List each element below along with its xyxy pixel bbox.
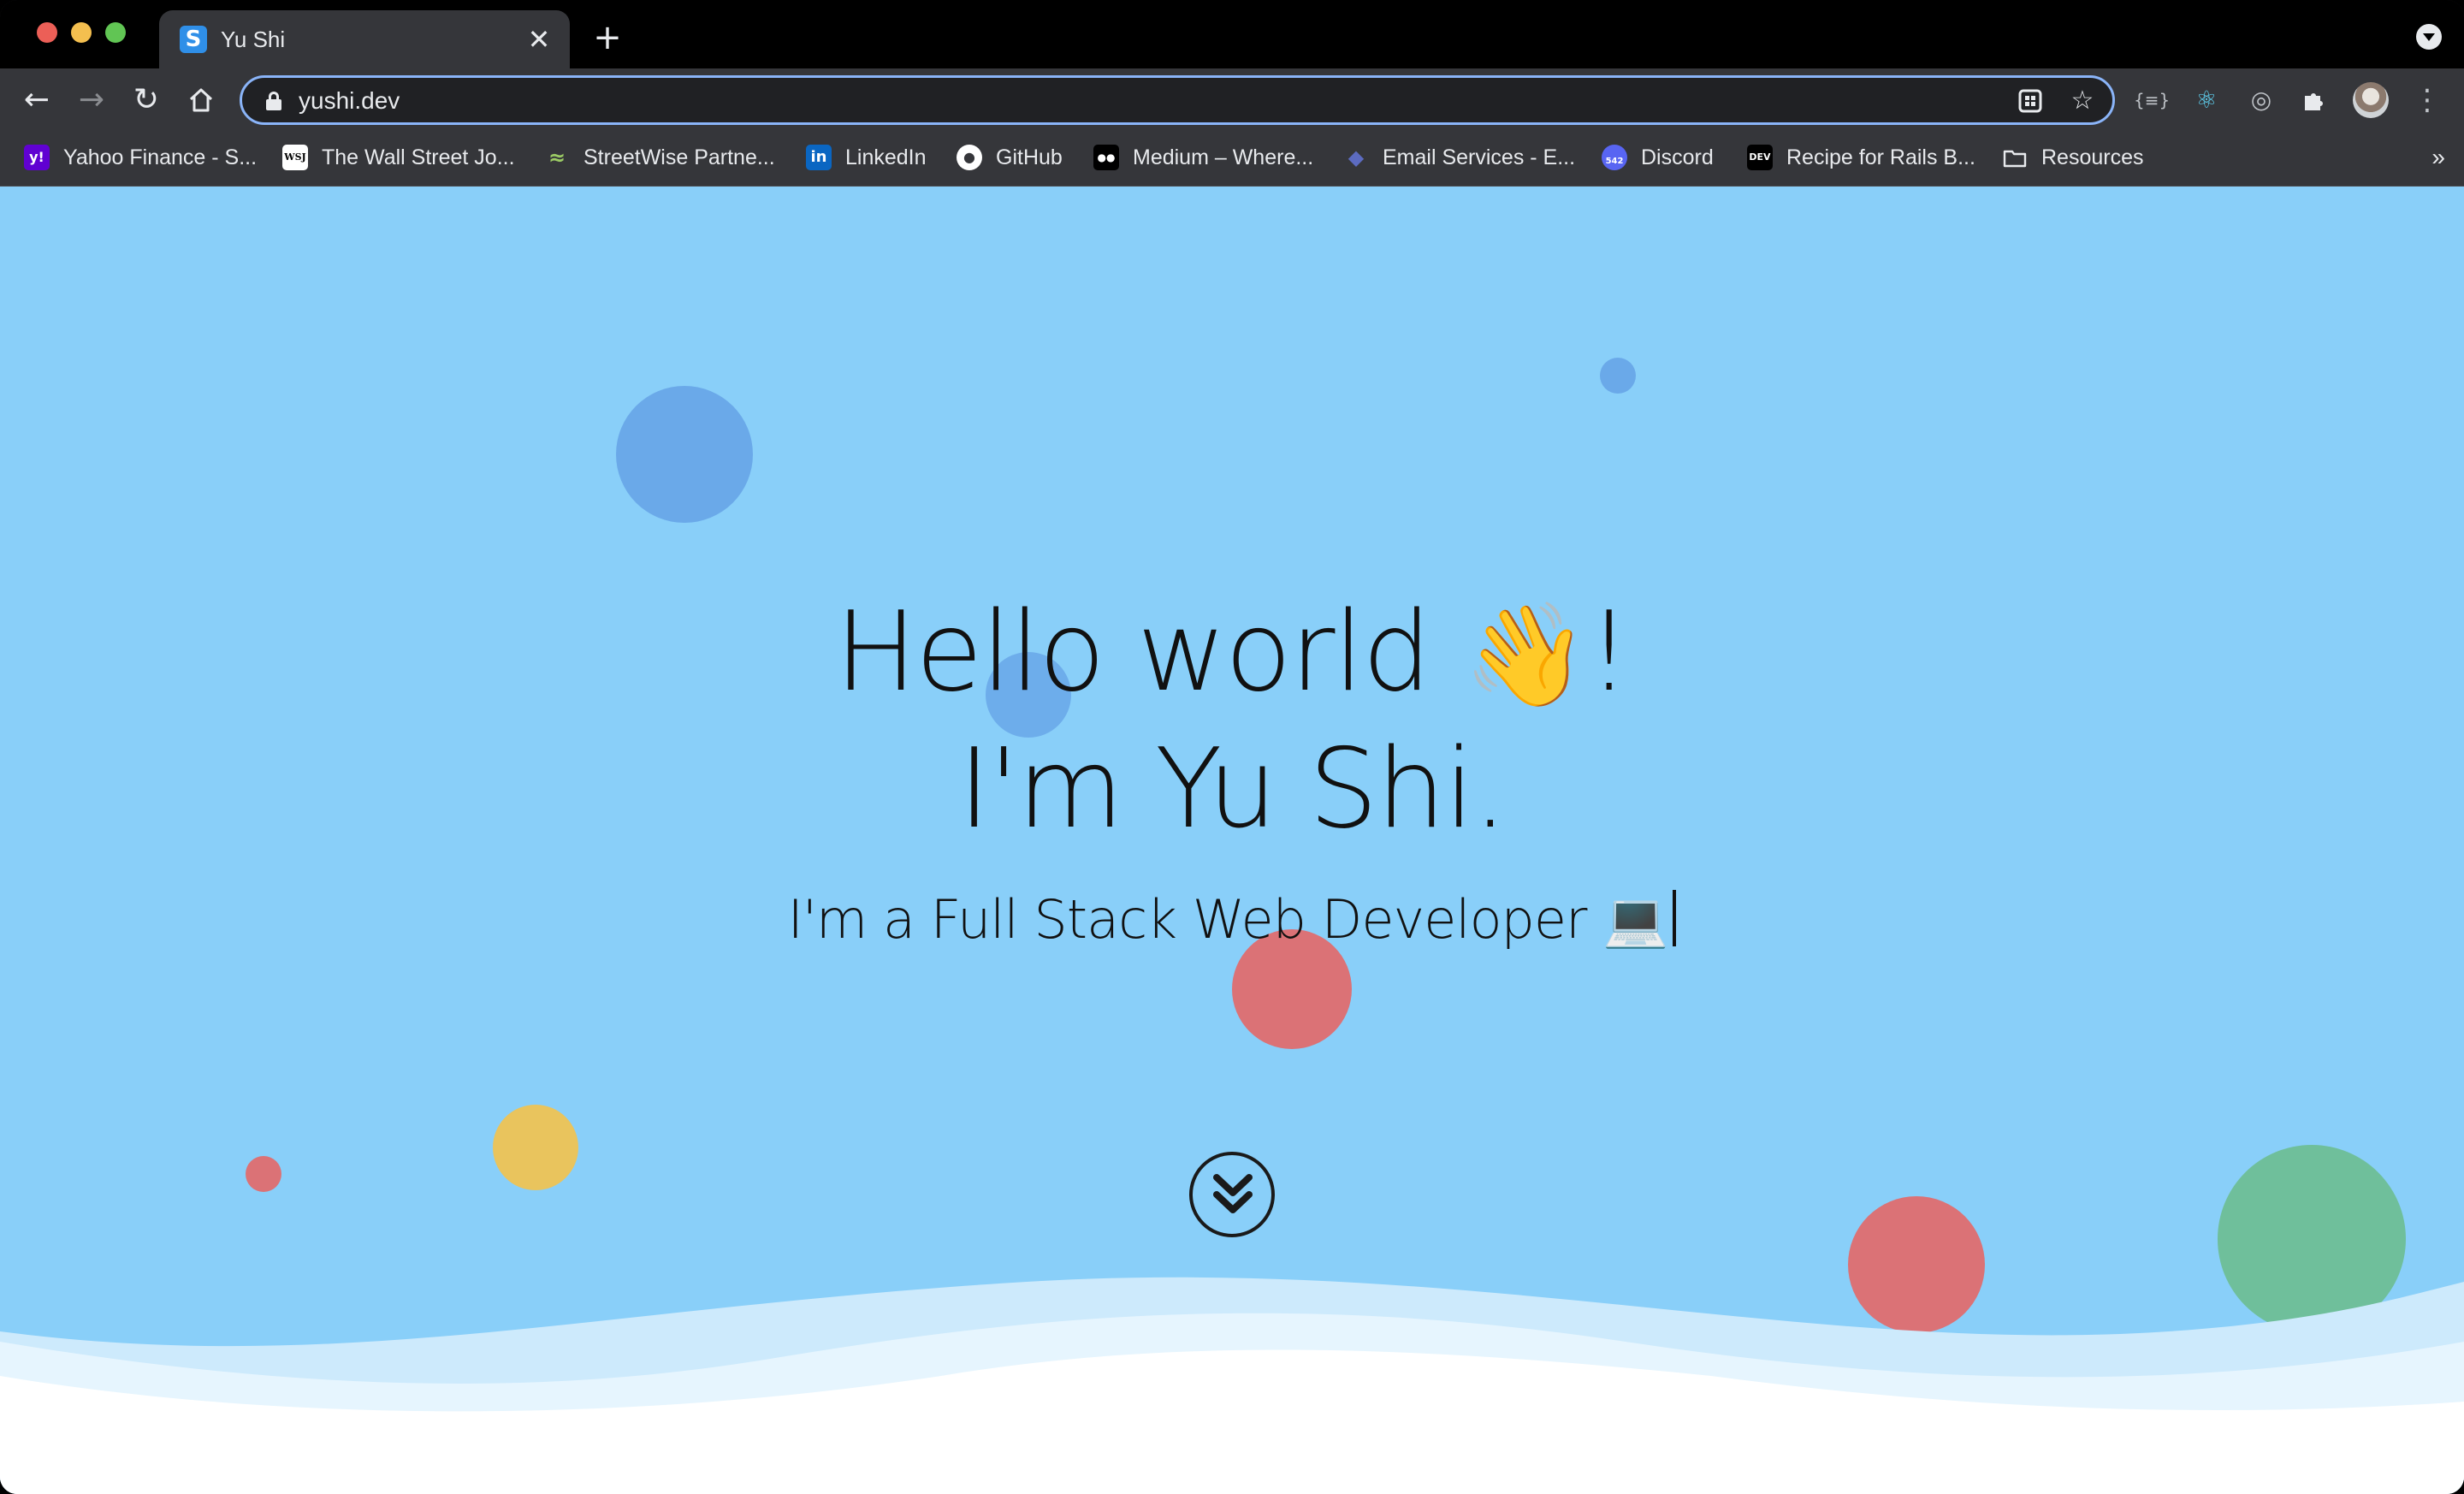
bookmarks-bar: y! Yahoo Finance - S... WSJ The Wall Str… — [0, 132, 2464, 187]
medium-icon: ●● — [1093, 145, 1119, 170]
decorative-bubble — [616, 386, 753, 523]
tab-search-icon[interactable] — [2416, 24, 2442, 50]
typing-cursor — [1673, 890, 1677, 946]
bookmark-github[interactable]: ● GitHub — [957, 142, 1063, 173]
tagline: I'm a Full Stack Web Developer 💻 — [0, 888, 2464, 952]
tab-title: Yu Shi — [221, 27, 286, 52]
home-icon — [189, 88, 213, 112]
email-services-icon: ◆ — [1348, 145, 1365, 169]
install-app-icon[interactable] — [2016, 86, 2045, 116]
target-extension-icon[interactable]: ◎ — [2243, 82, 2279, 118]
bookmark-streetwise[interactable]: ≈ StreetWise Partne... — [544, 142, 775, 173]
bookmark-discord[interactable]: 542 Discord — [1602, 142, 1714, 173]
linkedin-icon: in — [806, 145, 832, 170]
back-arrow-icon[interactable]: ← — [15, 79, 58, 122]
browser-tab-active[interactable]: S Yu Shi ✕ — [159, 10, 570, 68]
url-text[interactable]: yushi.dev — [299, 86, 400, 116]
double-chevron-down-icon — [1213, 1174, 1253, 1213]
folder-icon — [2002, 145, 2028, 170]
greeting-heading: Hello world 👋! — [834, 589, 1632, 716]
typewriter-text: I'm a Full Stack Web Developer 💻 — [787, 888, 1669, 951]
tab-close-icon[interactable]: ✕ — [524, 24, 554, 55]
reload-icon[interactable]: ↻ — [125, 79, 168, 122]
minimize-window-button[interactable] — [71, 22, 92, 43]
browser-toolbar: ← → ↻ yushi.dev ☆ {≡} ⚛ ◎ ⋮ — [0, 68, 2464, 132]
bookmark-folder-resources[interactable]: Resources — [2002, 142, 2144, 173]
forward-arrow-icon[interactable]: → — [70, 79, 113, 122]
more-menu-icon[interactable]: ⋮ — [2409, 82, 2445, 118]
site-favicon-icon: S — [180, 26, 207, 53]
yahoo-icon: y! — [24, 145, 50, 170]
maximize-window-button[interactable] — [105, 22, 126, 43]
home-button[interactable] — [180, 79, 222, 122]
discord-icon: 542 — [1602, 145, 1627, 170]
page-hero: Hello world 👋! I'm Yu Shi. I'm a Full St… — [0, 187, 2464, 1494]
name-heading: I'm Yu Shi. — [957, 726, 1507, 853]
bookmark-dev-to[interactable]: DEV Recipe for Rails B... — [1747, 142, 1975, 173]
waving-hand-icon: 👋 — [1463, 596, 1589, 714]
wsj-icon: WSJ — [282, 145, 308, 170]
bookmark-yahoo-finance[interactable]: y! Yahoo Finance - S... — [24, 142, 257, 173]
new-tab-button[interactable]: + — [590, 21, 625, 55]
decorative-bubble — [246, 1156, 281, 1192]
bookmarks-overflow-icon[interactable]: » — [2431, 144, 2445, 171]
bookmark-email-services[interactable]: ◆ Email Services - E... — [1343, 142, 1575, 173]
react-devtools-icon[interactable]: ⚛ — [2189, 82, 2224, 118]
extensions-puzzle-icon[interactable] — [2296, 82, 2332, 118]
bookmark-star-icon[interactable]: ☆ — [2068, 86, 2097, 116]
streetwise-icon: ≈ — [548, 145, 566, 169]
lock-icon[interactable] — [266, 92, 281, 110]
bookmark-wsj[interactable]: WSJ The Wall Street Jo... — [282, 142, 515, 173]
dev-icon: DEV — [1747, 145, 1773, 170]
tab-strip: S Yu Shi ✕ + — [0, 0, 2464, 68]
bookmark-medium[interactable]: ●● Medium – Where... — [1093, 142, 1313, 173]
browser-window: S Yu Shi ✕ + ← → ↻ yushi.dev ☆ {≡} ⚛ ◎ ⋮… — [0, 0, 2464, 1494]
wave-divider — [0, 1277, 2464, 1494]
address-bar[interactable]: yushi.dev ☆ — [240, 75, 2115, 125]
profile-avatar[interactable] — [2353, 82, 2389, 118]
decorative-bubble — [493, 1105, 578, 1190]
scroll-down-button[interactable] — [1189, 1152, 1275, 1237]
bookmark-linkedin[interactable]: in LinkedIn — [806, 142, 927, 173]
json-viewer-extension-icon[interactable]: {≡} — [2134, 82, 2170, 118]
github-icon: ● — [957, 145, 982, 170]
close-window-button[interactable] — [37, 22, 57, 43]
decorative-bubble — [1600, 358, 1636, 394]
